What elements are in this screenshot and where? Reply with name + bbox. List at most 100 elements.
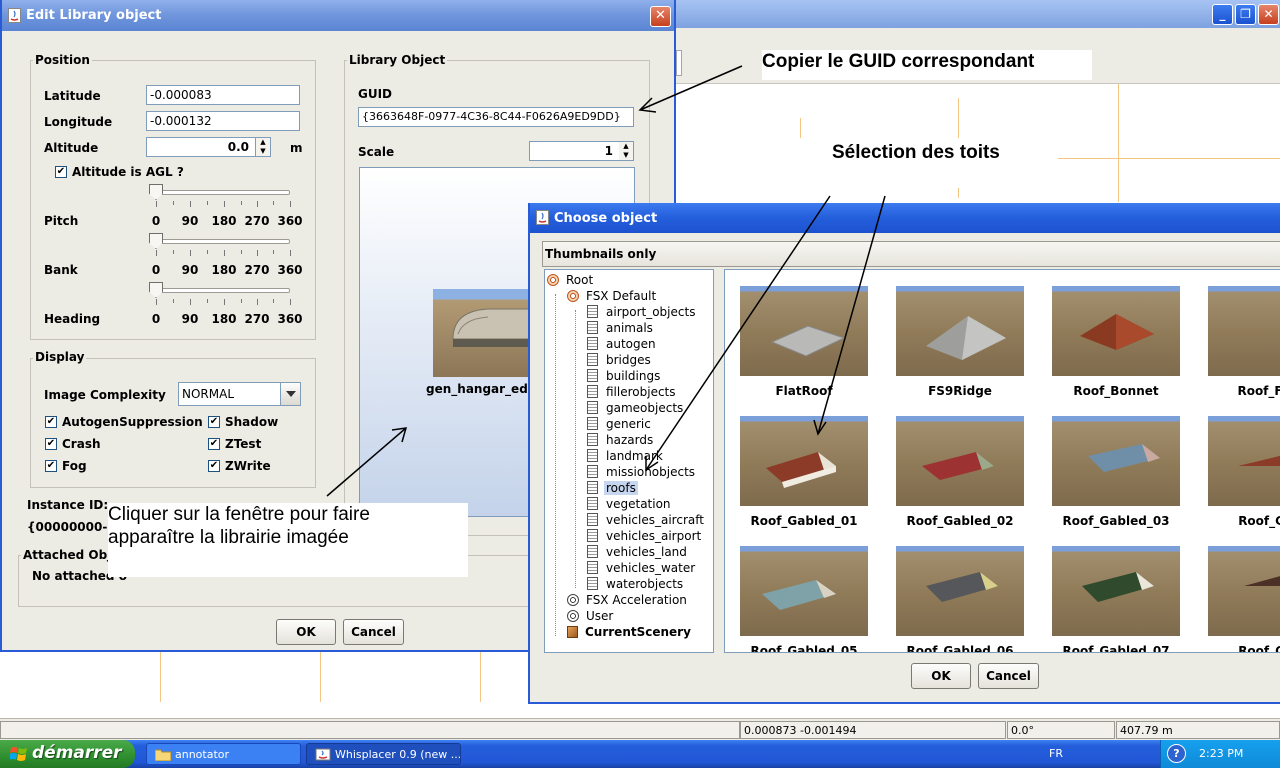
ztest-checkbox[interactable]: ✔ bbox=[208, 438, 220, 450]
page-icon bbox=[587, 545, 598, 558]
tree-node-label: gameobjects bbox=[606, 400, 684, 415]
tree-node[interactable]: missionobjects bbox=[587, 464, 697, 480]
thumbnail-image[interactable] bbox=[896, 546, 1024, 636]
longitude-field[interactable]: -0.000132 bbox=[146, 111, 300, 131]
dialog-title: Edit Library object bbox=[26, 8, 162, 23]
thumbnail-image[interactable] bbox=[1208, 286, 1280, 376]
crash-checkbox[interactable]: ✔ bbox=[45, 438, 57, 450]
fog-checkbox[interactable]: ✔ bbox=[45, 460, 57, 472]
scale-field[interactable]: 1 bbox=[529, 141, 620, 161]
cancel-button[interactable]: Cancel bbox=[343, 619, 404, 645]
scale-stepper[interactable]: ▲ ▼ bbox=[619, 141, 634, 161]
map-grid-line bbox=[480, 652, 481, 702]
complexity-select[interactable]: NORMAL bbox=[178, 382, 301, 406]
thumbnail-image[interactable] bbox=[1052, 286, 1180, 376]
language-indicator[interactable]: FR bbox=[1049, 747, 1063, 760]
thumbnail-image[interactable] bbox=[896, 416, 1024, 506]
slider-tick bbox=[273, 201, 274, 205]
thumbnail-image[interactable] bbox=[1052, 546, 1180, 636]
tree-node[interactable]: vegetation bbox=[587, 496, 673, 512]
map-grid-line bbox=[800, 118, 801, 138]
tree-node[interactable]: vehicles_land bbox=[587, 544, 689, 560]
tree-node[interactable]: vehicles_airport bbox=[587, 528, 703, 544]
status-altitude: 407.79 m bbox=[1116, 721, 1280, 739]
page-icon bbox=[587, 321, 598, 334]
tree-node-label: vehicles_airport bbox=[606, 528, 702, 543]
slider-tick bbox=[173, 201, 174, 205]
shadow-checkbox[interactable]: ✔ bbox=[208, 416, 220, 428]
tree-node[interactable]: bridges bbox=[587, 352, 653, 368]
slider-tick bbox=[273, 250, 274, 254]
tree-node[interactable]: vehicles_aircraft bbox=[587, 512, 706, 528]
task-annotator[interactable]: annotator bbox=[146, 743, 301, 765]
tree-node[interactable]: waterobjects bbox=[587, 576, 685, 592]
thumbnail-image[interactable] bbox=[740, 416, 868, 506]
thumbnail-image[interactable] bbox=[896, 286, 1024, 376]
start-button[interactable]: démarrer bbox=[0, 740, 135, 768]
altitude-stepper[interactable]: ▲ ▼ bbox=[256, 137, 271, 157]
tree-node-label: missionobjects bbox=[606, 464, 696, 479]
thumbnail-image[interactable] bbox=[1208, 546, 1280, 636]
slider-tick bbox=[207, 299, 208, 303]
tree-node[interactable]: animals bbox=[587, 320, 655, 336]
clock: 2:23 PM bbox=[1199, 747, 1244, 760]
chevron-down-icon[interactable] bbox=[280, 383, 300, 405]
altitude-field[interactable]: 0.0 bbox=[146, 137, 256, 157]
thumbnail-image[interactable] bbox=[740, 286, 868, 376]
page-icon bbox=[587, 385, 598, 398]
tree-node[interactable]: airport_objects bbox=[587, 304, 697, 320]
close-button[interactable]: ✕ bbox=[650, 6, 671, 27]
minimize-button[interactable]: _ bbox=[1212, 4, 1233, 25]
pitch-slider-track[interactable] bbox=[150, 190, 290, 195]
agl-checkbox[interactable]: ✔ bbox=[55, 166, 67, 178]
thumbnail-image[interactable] bbox=[1208, 416, 1280, 506]
thumbnail-image[interactable] bbox=[1052, 416, 1180, 506]
map-grid-line bbox=[1058, 158, 1280, 159]
help-icon[interactable]: ? bbox=[1167, 744, 1186, 763]
position-group-label: Position bbox=[33, 53, 92, 67]
heading-slider-track[interactable] bbox=[150, 288, 290, 293]
restore-button[interactable]: ❐ bbox=[1235, 4, 1256, 25]
shadow-label: Shadow bbox=[225, 415, 279, 429]
dialog-titlebar: Edit Library object bbox=[2, 0, 674, 31]
tree-node[interactable]: autogen bbox=[587, 336, 658, 352]
node-icon bbox=[567, 609, 579, 622]
thumbnail-caption: Roof_Gabled_05 bbox=[750, 644, 858, 653]
tick-label: 360 bbox=[277, 263, 303, 277]
thumbnail-caption: Roof_Gabled_03 bbox=[1062, 514, 1170, 528]
tree-node[interactable]: fillerobjects bbox=[587, 384, 678, 400]
ok-button[interactable]: OK bbox=[911, 663, 971, 689]
tick-label: 90 bbox=[181, 214, 199, 228]
tree-node[interactable]: buildings bbox=[587, 368, 662, 384]
tree-node[interactable]: hazards bbox=[587, 432, 655, 448]
task-whisplacer[interactable]: Whisplacer 0.9 (new ... bbox=[306, 743, 461, 765]
tree-node[interactable]: landmark bbox=[587, 448, 665, 464]
latitude-field[interactable]: -0.000083 bbox=[146, 85, 300, 105]
autogen-checkbox[interactable]: ✔ bbox=[45, 416, 57, 428]
thumbnail-caption: Roof_Gabl bbox=[1238, 644, 1280, 653]
view-mode-select[interactable]: Thumbnails only bbox=[542, 241, 1280, 267]
guid-field[interactable]: {3663648F-0977-4C36-8C44-F0626A9ED9DD} bbox=[358, 107, 634, 127]
toolbar-field[interactable] bbox=[676, 50, 682, 76]
tree-node-roofs[interactable]: roofs bbox=[587, 480, 638, 496]
tree-node-label: animals bbox=[606, 320, 653, 335]
tree-node-root[interactable]: Root bbox=[547, 272, 595, 288]
tree-node[interactable]: vehicles_water bbox=[587, 560, 697, 576]
bank-slider-track[interactable] bbox=[150, 239, 290, 244]
tree-node-fsx-default[interactable]: FSX Default bbox=[567, 288, 658, 304]
system-tray: FR ? 2:23 PM bbox=[1049, 740, 1280, 768]
tick-label: 360 bbox=[277, 312, 303, 326]
zwrite-checkbox[interactable]: ✔ bbox=[208, 460, 220, 472]
ok-button[interactable]: OK bbox=[276, 619, 336, 645]
close-button[interactable]: ✕ bbox=[1258, 4, 1279, 25]
tree-node[interactable]: generic bbox=[587, 416, 653, 432]
slider-tick bbox=[257, 201, 258, 207]
tree-node[interactable]: gameobjects bbox=[587, 400, 685, 416]
cancel-button[interactable]: Cancel bbox=[978, 663, 1039, 689]
slider-tick bbox=[207, 250, 208, 254]
thumbnail-image[interactable] bbox=[740, 546, 868, 636]
tree-node-fsx-acceleration[interactable]: FSX Acceleration bbox=[567, 592, 689, 608]
altitude-unit: m bbox=[290, 141, 303, 155]
tree-node-current-scenery[interactable]: CurrentScenery bbox=[567, 624, 693, 640]
tree-node-user[interactable]: User bbox=[567, 608, 615, 624]
